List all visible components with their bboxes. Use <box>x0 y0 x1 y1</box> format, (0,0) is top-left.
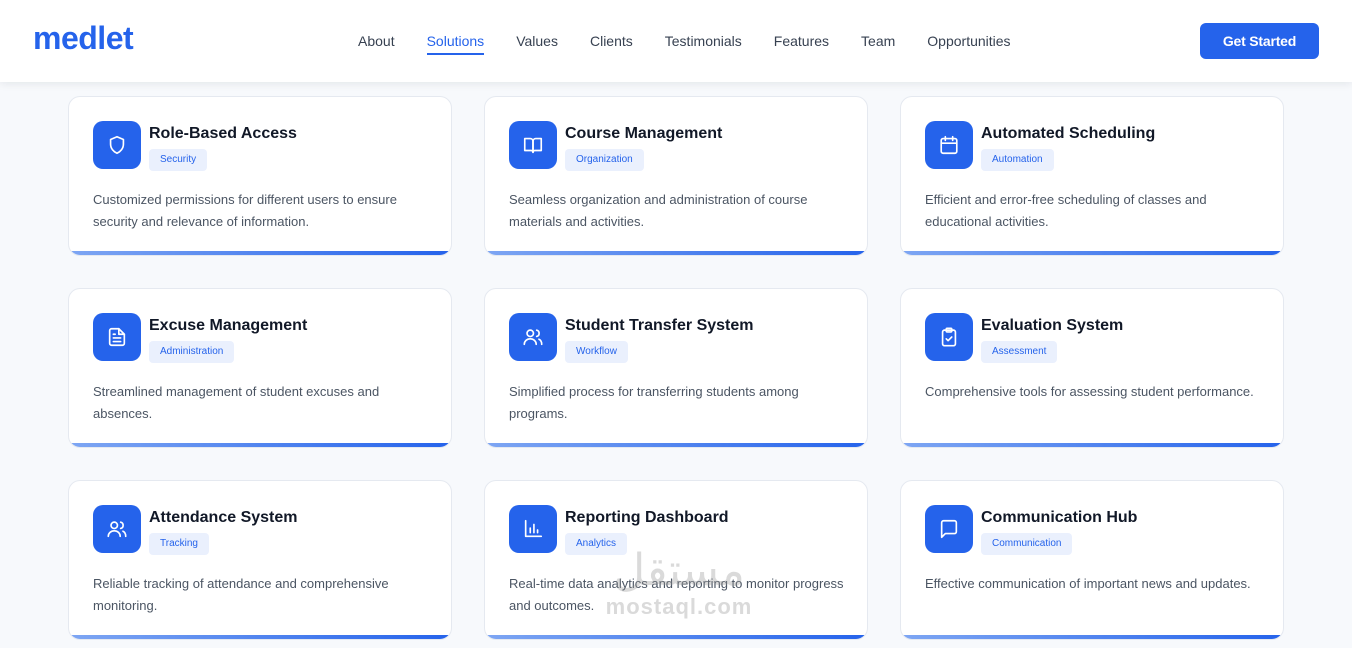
card-title: Excuse Management <box>149 317 308 334</box>
bar-chart-icon <box>509 505 557 553</box>
shield-icon <box>93 121 141 169</box>
card-description: Real-time data analytics and reporting t… <box>509 576 844 613</box>
card-title: Student Transfer System <box>565 317 754 334</box>
card-title: Role-Based Access <box>149 125 297 142</box>
card-description: Effective communication of important new… <box>925 576 1251 591</box>
nav-item-values[interactable]: Values <box>500 31 574 55</box>
message-square-icon <box>925 505 973 553</box>
feature-card: Course Management Organization Seamless … <box>484 96 868 256</box>
logo[interactable]: medlet <box>33 20 134 57</box>
feature-card: Student Transfer System Workflow Simplif… <box>484 288 868 448</box>
card-description: Comprehensive tools for assessing studen… <box>925 384 1254 399</box>
feature-card: Automated Scheduling Automation Efficien… <box>900 96 1284 256</box>
card-title: Automated Scheduling <box>981 125 1156 142</box>
card-description: Customized permissions for different use… <box>93 192 397 229</box>
nav-item-testimonials[interactable]: Testimonials <box>649 31 758 55</box>
feature-card: Evaluation System Assessment Comprehensi… <box>900 288 1284 448</box>
card-badge: Tracking <box>149 533 209 555</box>
nav-item-clients[interactable]: Clients <box>574 31 649 55</box>
clipboard-check-icon <box>925 313 973 361</box>
feature-card: Attendance System Tracking Reliable trac… <box>68 480 452 640</box>
card-badge: Security <box>149 149 208 171</box>
solutions-grid: Role-Based Access Security Customized pe… <box>68 96 1284 640</box>
card-description: Streamlined management of student excuse… <box>93 384 380 421</box>
card-title: Communication Hub <box>981 509 1138 526</box>
card-description: Efficient and error-free scheduling of c… <box>925 192 1207 229</box>
card-title: Evaluation System <box>981 317 1124 334</box>
card-badge: Communication <box>981 533 1073 555</box>
card-badge: Organization <box>565 149 644 171</box>
site-header: medlet About Solutions Values Clients Te… <box>0 0 1352 82</box>
card-badge: Assessment <box>981 341 1058 363</box>
nav-item-opportunities[interactable]: Opportunities <box>911 31 1026 55</box>
card-title: Reporting Dashboard <box>565 509 729 526</box>
card-badge: Analytics <box>565 533 628 555</box>
calendar-icon <box>925 121 973 169</box>
feature-card: Reporting Dashboard Analytics Real-time … <box>484 480 868 640</box>
feature-card: Excuse Management Administration Streaml… <box>68 288 452 448</box>
card-title: Course Management <box>565 125 723 142</box>
feature-card: Communication Hub Communication Effectiv… <box>900 480 1284 640</box>
get-started-button[interactable]: Get Started <box>1200 23 1319 59</box>
card-description: Seamless organization and administration… <box>509 192 808 229</box>
main-nav: About Solutions Values Clients Testimoni… <box>342 31 1027 55</box>
document-icon <box>93 313 141 361</box>
card-badge: Workflow <box>565 341 628 363</box>
card-badge: Administration <box>149 341 235 363</box>
book-open-icon <box>509 121 557 169</box>
card-title: Attendance System <box>149 509 298 526</box>
card-badge: Automation <box>981 149 1054 171</box>
nav-item-about[interactable]: About <box>342 31 411 55</box>
feature-card: Role-Based Access Security Customized pe… <box>68 96 452 256</box>
nav-item-solutions[interactable]: Solutions <box>411 31 501 55</box>
users-icon <box>93 505 141 553</box>
card-description: Reliable tracking of attendance and comp… <box>93 576 389 613</box>
nav-item-team[interactable]: Team <box>845 31 911 55</box>
users-icon <box>509 313 557 361</box>
nav-item-features[interactable]: Features <box>758 31 845 55</box>
card-description: Simplified process for transferring stud… <box>509 384 799 421</box>
